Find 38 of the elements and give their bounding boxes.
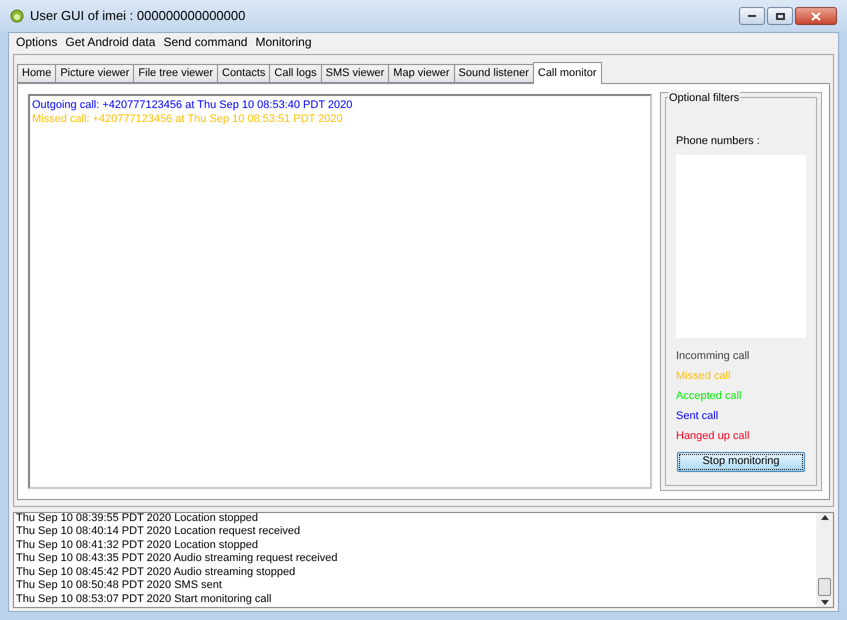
menu-item[interactable]: Send command [159,33,252,51]
phone-numbers-label: Phone numbers : [676,134,761,149]
log-line: Thu Sep 10 08:43:35 PDT 2020 Audio streaming request received [16,552,338,566]
tab[interactable]: File tree viewer [133,64,218,83]
menu-item[interactable]: Monitoring [251,33,316,51]
legend-label: Hanged up call [676,428,750,442]
menu-item[interactable]: Get Android data [61,33,160,51]
close-button[interactable] [795,7,837,25]
minimize-button[interactable] [739,7,765,25]
log-line: Thu Sep 10 08:40:14 PDT 2020 Location request received [16,525,302,538]
close-icon [811,12,821,20]
stop-monitoring-button[interactable]: Stop monitoring [677,452,805,472]
scrollbar[interactable] [816,513,833,607]
legend-label: Missed call [676,368,732,382]
legend-label: Sent call [676,408,720,422]
tab[interactable]: Contacts [217,64,270,83]
tab[interactable]: Picture viewer [55,64,134,83]
call-event-line: Missed call: +420777123456 at Thu Sep 10 08:53:51 PDT 2020 [32,112,344,126]
call-event-line: Outgoing call: +420777123456 at Thu Sep 10 08:53:40 PDT 2020 [32,98,354,112]
maximize-button[interactable] [767,7,793,25]
tab[interactable]: SMS viewer [320,64,390,83]
tab[interactable]: Home [17,64,56,83]
tab[interactable]: Sound listener [454,64,534,83]
tab[interactable]: Map viewer [388,64,455,83]
log-line: Thu Sep 10 08:45:42 PDT 2020 Audio streaming stopped [16,566,296,579]
scroll-down-icon[interactable] [820,600,828,605]
group-title: Optional filters [668,90,740,106]
legend-label: Incomming call [676,348,750,362]
tab[interactable]: Call monitor [532,62,602,84]
scroll-up-icon[interactable] [820,515,828,520]
log-line: Thu Sep 10 08:50:48 PDT 2020 SMS sent [16,579,223,592]
legend-label: Accepted call [676,388,742,402]
scroll-thumb[interactable] [818,578,831,596]
log-line: Thu Sep 10 08:41:32 PDT 2020 Location stopped [16,538,259,552]
tab[interactable]: Call logs [269,64,322,83]
window-title: User GUI of imei : 000000000000000 [30,7,246,26]
log-line: Thu Sep 10 08:53:07 PDT 2020 Start monitoring call [16,592,272,606]
menu-item[interactable]: Options [12,33,62,51]
